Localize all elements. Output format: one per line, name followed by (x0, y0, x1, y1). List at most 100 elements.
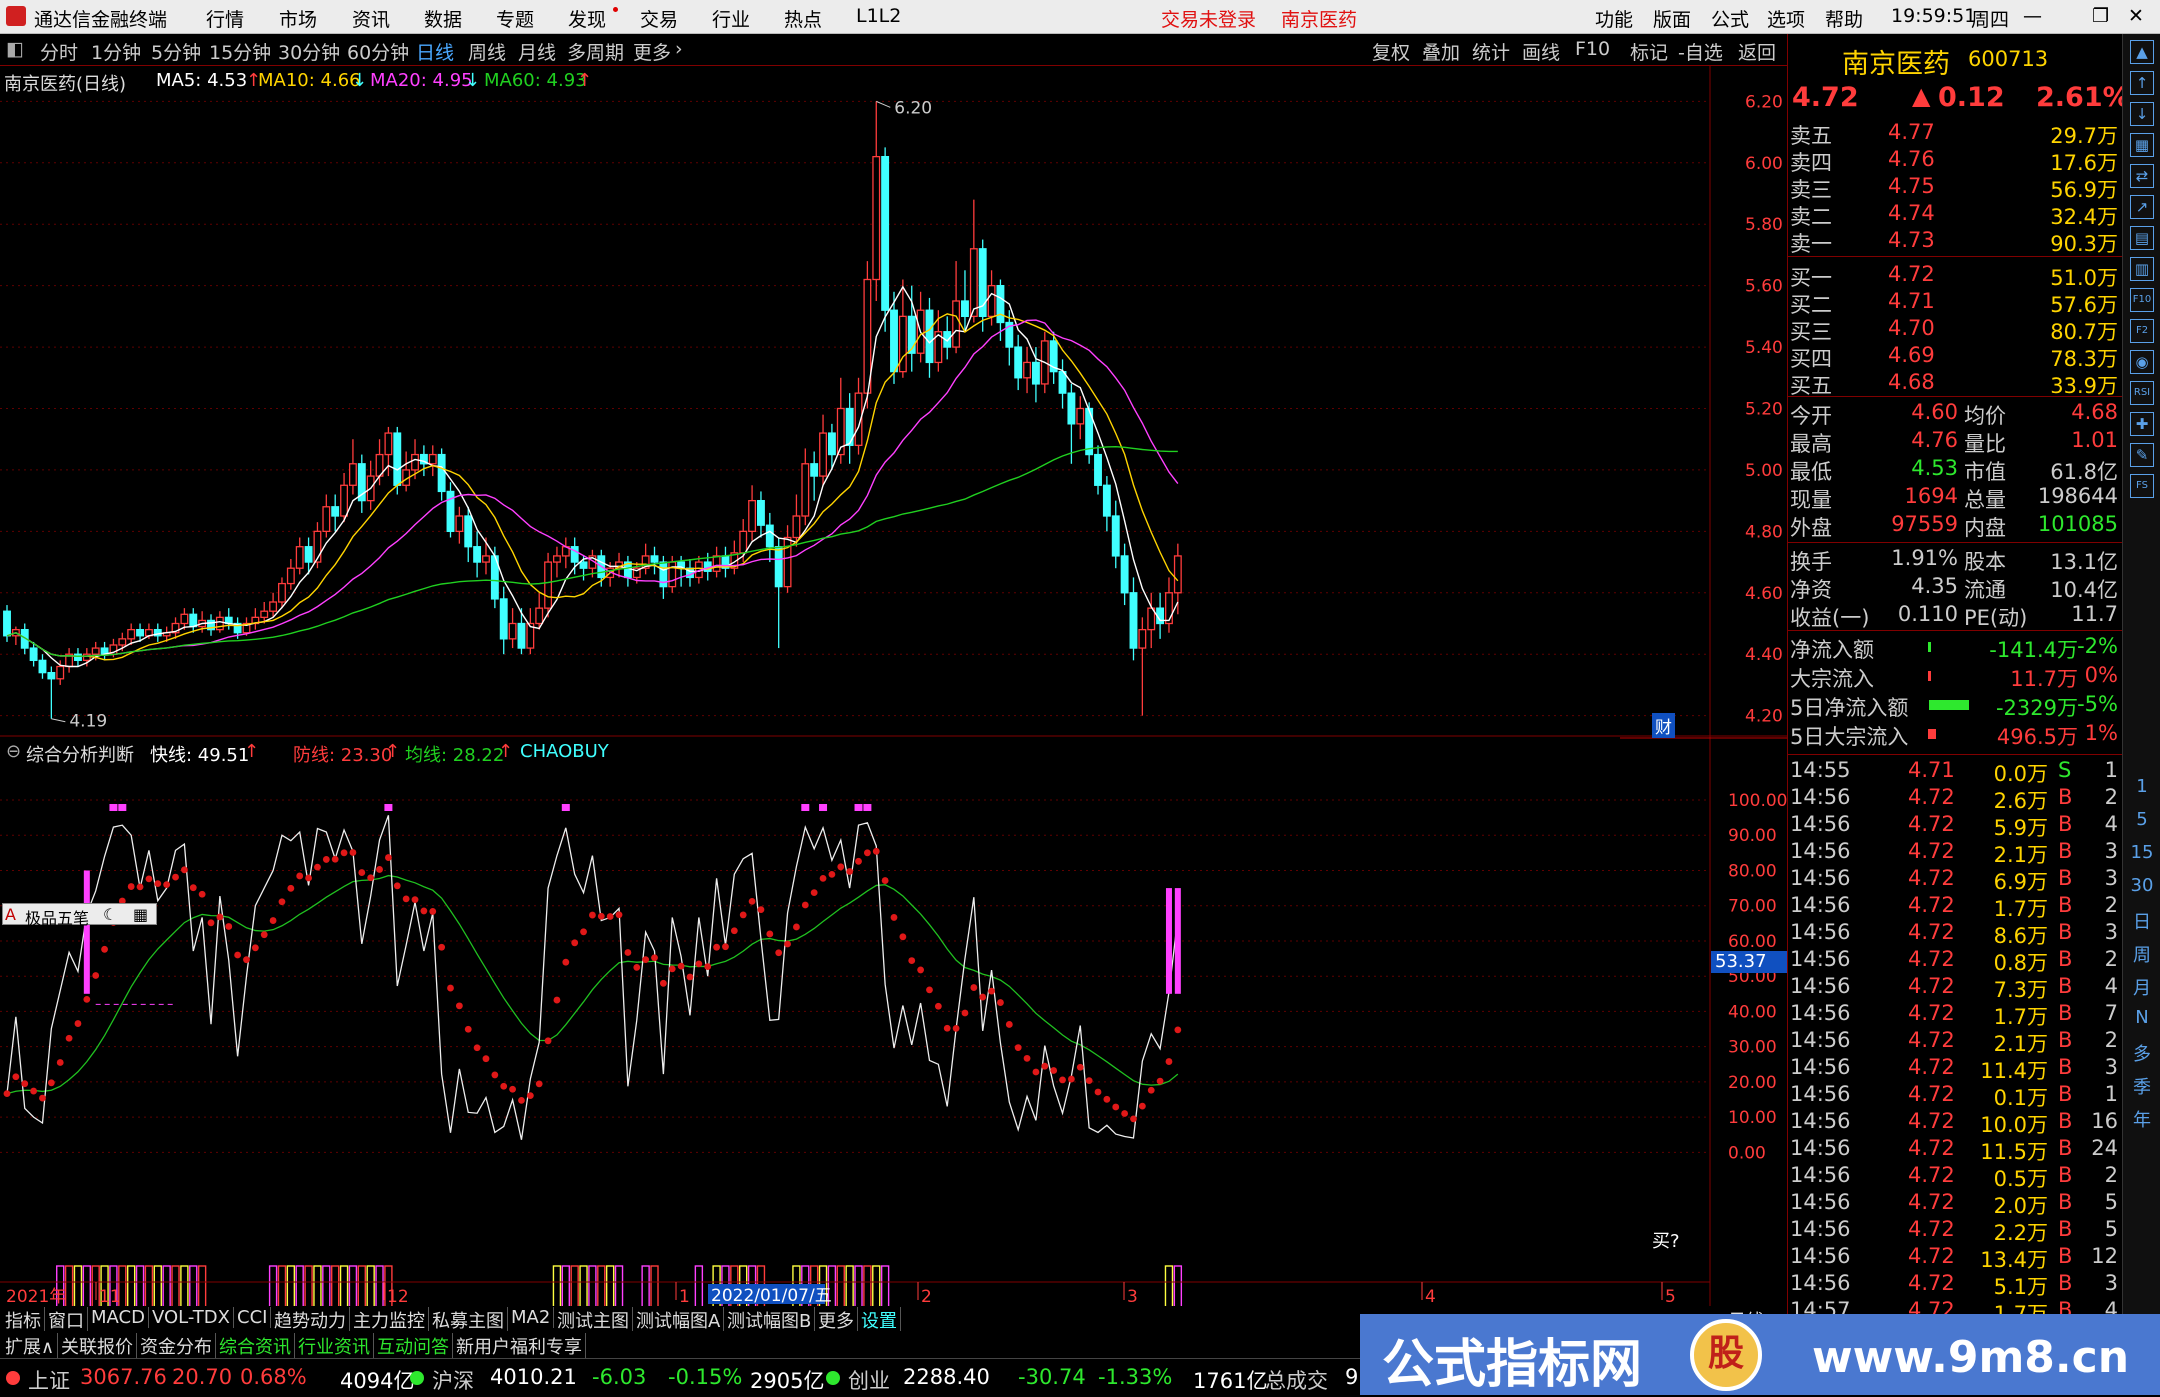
login-status[interactable]: 交易未登录 (1161, 5, 1256, 32)
indicator-tab[interactable]: 设置 (858, 1307, 901, 1333)
toolbar-icon[interactable]: ✚ (2130, 412, 2154, 436)
period-1min[interactable]: 1分钟 (91, 38, 141, 65)
period-shortcut[interactable]: 月 (2123, 974, 2160, 1000)
period-15min[interactable]: 15分钟 (209, 38, 271, 65)
tool-statistics[interactable]: 统计 (1472, 38, 1510, 65)
extension-tab[interactable]: 综合资讯 (216, 1333, 295, 1359)
close-icon[interactable]: ✕ (2128, 5, 2144, 27)
indicator-tab[interactable]: 趋势动力 (271, 1307, 350, 1333)
tool-restore-rights[interactable]: 复权 (1372, 38, 1410, 65)
period-more[interactable]: 更多 (633, 38, 671, 65)
toolbar-icon[interactable]: ▲ (2130, 40, 2154, 64)
extension-tab[interactable]: 关联报价 (58, 1333, 137, 1359)
period-shortcut[interactable]: 日 (2123, 908, 2160, 934)
toolbar-icon[interactable]: ✎ (2130, 443, 2154, 467)
extension-tab[interactable]: 资金分布 (137, 1333, 216, 1359)
toolbar-icon[interactable]: FS (2130, 474, 2154, 498)
period-weekly[interactable]: 周线 (468, 38, 506, 65)
toolbar-icon[interactable]: ◉ (2130, 350, 2154, 374)
period-shortcut[interactable]: 季 (2123, 1073, 2160, 1099)
moon-icon[interactable]: ☾ (103, 905, 117, 924)
indicator-tab[interactable]: VOL-TDX (149, 1307, 234, 1328)
toolbar-icon[interactable]: ↓ (2130, 102, 2154, 126)
tool-overlay[interactable]: 叠加 (1422, 38, 1460, 65)
menu-hotspot[interactable]: 热点 (784, 5, 822, 32)
period-shortcut[interactable]: 30 (2123, 875, 2160, 896)
period-shortcut[interactable]: 15 (2123, 842, 2160, 863)
finance-tag[interactable]: 财 (1652, 713, 1675, 738)
indicator-tab[interactable]: 窗口 (45, 1307, 88, 1333)
period-multi[interactable]: 多周期 (567, 38, 624, 65)
extension-tab[interactable]: 互动问答 (374, 1333, 453, 1359)
tool-drawing[interactable]: 画线 (1522, 38, 1560, 65)
menu-trade[interactable]: 交易 (640, 5, 678, 32)
tool-watchlist[interactable]: -自选 (1678, 38, 1723, 65)
tool-mark[interactable]: 标记 (1630, 38, 1668, 65)
toolbar-icon[interactable]: ▤ (2130, 226, 2154, 250)
period-daily[interactable]: 日线 (416, 38, 454, 65)
period-60min[interactable]: 60分钟 (347, 38, 409, 65)
toolbar-icon[interactable]: ↑ (2130, 71, 2154, 95)
toolbar-icon[interactable]: ⇄ (2130, 164, 2154, 188)
period-minute-chart[interactable]: 分时 (40, 38, 78, 65)
menu-news[interactable]: 资讯 (352, 5, 390, 32)
index-name[interactable]: 上证 (28, 1365, 70, 1395)
restore-icon[interactable]: ❐ (2092, 5, 2109, 27)
period-shortcut[interactable]: 5 (2123, 809, 2160, 830)
chart-area[interactable]: 6.20 6.00 5.80 5.60 5.40 5.20 5.00 4.80 4.60 4.40… (0, 66, 1787, 1306)
extension-tab[interactable]: 扩展∧ (2, 1333, 59, 1359)
extension-tab[interactable]: 行业资讯 (295, 1333, 374, 1359)
indicator-extra: CHAOBUY (520, 741, 609, 762)
indicator-tab[interactable]: 测试主图 (554, 1307, 633, 1333)
indicator-tab[interactable]: 更多 (815, 1307, 858, 1333)
tool-back[interactable]: 返回 (1738, 38, 1776, 65)
menu-layout[interactable]: 版面 (1653, 5, 1691, 32)
index-name[interactable]: 总成交 (1265, 1365, 1328, 1395)
indicator-tab[interactable]: 指标 (2, 1307, 45, 1333)
index-name[interactable]: 沪深 (432, 1365, 474, 1395)
indicator-tab[interactable]: 主力监控 (350, 1307, 429, 1333)
indicator-tab[interactable]: MA2 (508, 1307, 555, 1328)
period-30min[interactable]: 30分钟 (278, 38, 340, 65)
period-shortcut[interactable]: 周 (2123, 941, 2160, 967)
period-shortcut[interactable]: 年 (2123, 1106, 2160, 1132)
defense-dot (287, 884, 295, 892)
chevron-right-icon[interactable]: › (675, 38, 683, 60)
indicator-tab[interactable]: 测试幅图B (724, 1307, 816, 1333)
extension-tab[interactable]: 新用户福利专享 (453, 1333, 586, 1359)
minimize-icon[interactable]: — (2023, 5, 2042, 27)
toolbar-icon[interactable]: ▥ (2130, 257, 2154, 281)
menu-industry[interactable]: 行业 (712, 5, 750, 32)
indicator-tab[interactable]: MACD (88, 1307, 149, 1328)
index-name[interactable]: 创业 (848, 1365, 890, 1395)
menu-options[interactable]: 选项 (1767, 5, 1805, 32)
indicator-name[interactable]: 综合分析判断 (26, 741, 134, 767)
tool-f10[interactable]: F10 (1575, 38, 1610, 60)
menu-formula[interactable]: 公式 (1711, 5, 1749, 32)
ime-toolbar[interactable]: A 极品五笔 ☾ ▦ (2, 903, 157, 928)
toolbar-icon[interactable]: F10 (2130, 288, 2154, 312)
period-monthly[interactable]: 月线 (518, 38, 556, 65)
period-shortcut[interactable]: N (2123, 1007, 2160, 1028)
toolbar-icon[interactable]: ↗ (2130, 195, 2154, 219)
keyboard-icon[interactable]: ▦ (133, 905, 148, 924)
menu-topic[interactable]: 专题 (496, 5, 534, 32)
indicator-tab[interactable]: 测试幅图A (633, 1307, 725, 1333)
expand-icon[interactable]: ⊖ (6, 741, 21, 762)
panel-toggle-icon[interactable]: ◧ (6, 38, 24, 60)
menu-l1l2[interactable]: L1L2 (856, 5, 901, 27)
menu-function[interactable]: 功能 (1595, 5, 1633, 32)
indicator-tab[interactable]: 私募主图 (429, 1307, 508, 1333)
menu-market[interactable]: 市场 (279, 5, 317, 32)
toolbar-icon[interactable]: RSI (2130, 381, 2154, 405)
menu-market-quotes[interactable]: 行情 (206, 5, 244, 32)
toolbar-icon[interactable]: ▦ (2130, 133, 2154, 157)
period-shortcut[interactable]: 多 (2123, 1040, 2160, 1066)
menu-discover[interactable]: 发现 (568, 5, 606, 32)
period-shortcut[interactable]: 1 (2123, 776, 2160, 797)
period-5min[interactable]: 5分钟 (151, 38, 201, 65)
menu-help[interactable]: 帮助 (1825, 5, 1863, 32)
menu-data[interactable]: 数据 (424, 5, 462, 32)
toolbar-icon[interactable]: F2 (2130, 319, 2154, 343)
indicator-tab[interactable]: CCI (234, 1307, 272, 1328)
